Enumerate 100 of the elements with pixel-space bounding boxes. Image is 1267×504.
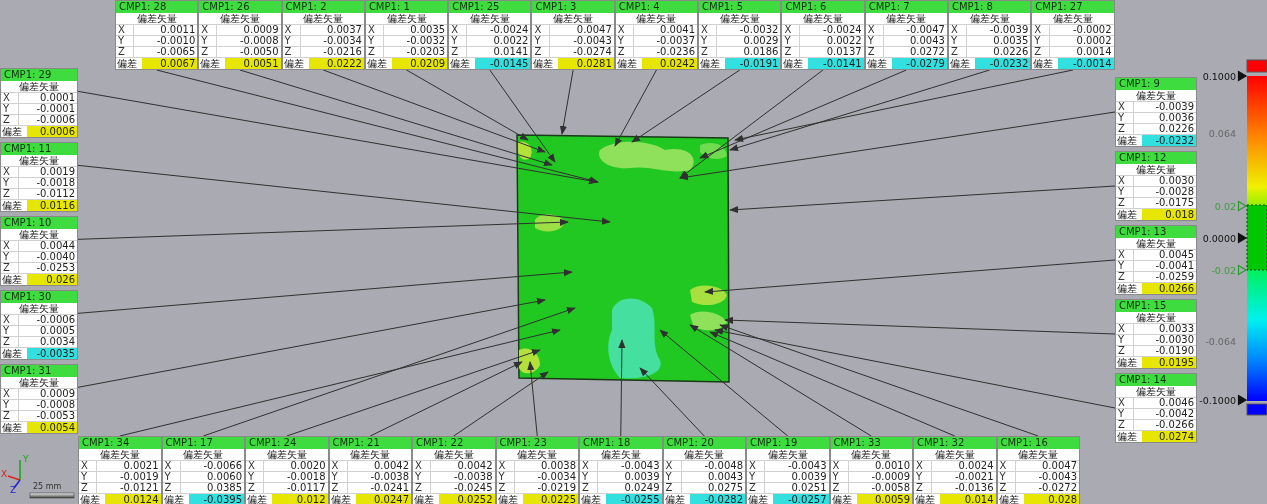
axis-label: X	[1032, 25, 1051, 35]
vector-value: 0.0019	[39, 167, 76, 177]
deviation-value: 0.028	[1023, 494, 1079, 504]
callout-title: 偏差矢量	[18, 377, 60, 388]
scale-label: 0.0000	[1202, 232, 1236, 244]
vector-value: -0.0039	[988, 25, 1030, 35]
callout-title: 偏差矢量	[718, 13, 761, 24]
vector-value: -0.0024	[822, 25, 863, 35]
deviation-label: 偏差	[199, 58, 222, 69]
vector-value: 0.0044	[39, 241, 76, 251]
vector-value: 0.0043	[908, 36, 946, 46]
axis-label: X	[699, 25, 718, 35]
callout-header: CMP1: 21	[329, 437, 411, 449]
vector-value: -0.0058	[870, 483, 911, 493]
deviation-label: 偏差	[1, 200, 23, 211]
callout-title: 偏差矢量	[802, 13, 844, 24]
deviation-value: 0.0274	[1142, 431, 1196, 442]
axis-label: X	[663, 461, 682, 471]
callout-title: 偏差矢量	[968, 13, 1011, 24]
callout-title: 偏差矢量	[302, 13, 345, 24]
vector-value: -0.0245	[452, 483, 494, 493]
callout-title: 偏差矢量	[18, 229, 60, 240]
axis-label: Y	[1116, 335, 1134, 345]
axis-label: Z	[1116, 124, 1134, 134]
callout-header: CMP1: 32	[914, 437, 996, 449]
deviation-value: 0.0051	[225, 58, 281, 69]
deviation-value: 0.0067	[142, 58, 198, 69]
axis-label: Y	[663, 472, 682, 482]
axis-label: X	[1116, 176, 1134, 186]
axis-label: Y	[1032, 36, 1051, 46]
vector-value: -0.0008	[239, 36, 280, 46]
deviation-value: 0.0054	[27, 422, 77, 433]
callout-title: 偏差矢量	[683, 449, 726, 460]
deviation-label: 偏差	[1116, 283, 1138, 294]
callout-title: 偏差矢量	[265, 449, 308, 460]
vector-value: -0.0040	[35, 252, 76, 262]
axis-label: Z	[199, 47, 218, 57]
axis-label: Z	[116, 47, 134, 57]
axis-label: X	[1, 389, 19, 399]
vector-value: -0.0041	[1154, 261, 1195, 271]
vector-value: -0.0121	[118, 483, 160, 493]
callout-title: 偏差矢量	[933, 449, 976, 460]
callout-header: CMP1: 31	[1, 365, 77, 377]
deviation-label: 偏差	[747, 494, 769, 504]
deviation-value: 0.0222	[308, 58, 364, 69]
axis-label: Z	[865, 47, 884, 57]
callout-header: CMP1: 29	[1, 69, 77, 81]
axis-label: X	[449, 25, 468, 35]
axis-label: X	[246, 461, 264, 471]
callout-title: 偏差矢量	[1135, 238, 1177, 249]
axis-label: X	[830, 461, 849, 471]
vector-value: 0.0035	[409, 25, 447, 35]
scale-label: -0.1000	[1199, 394, 1236, 406]
axis-label: Y	[615, 36, 634, 46]
axis-label: Y	[1, 104, 19, 114]
vector-value: -0.0066	[202, 461, 243, 471]
vector-value: -0.0216	[322, 47, 363, 57]
deviation-label: 偏差	[663, 494, 686, 504]
vector-value: 0.0014	[1075, 47, 1113, 57]
deviation-value: 0.0059	[856, 494, 912, 504]
deviation-label: 偏差	[1, 422, 23, 433]
callout-header: CMP1: 13	[1116, 226, 1196, 238]
axis-label: Z	[1, 263, 19, 273]
deviation-label: 偏差	[365, 58, 388, 69]
marker-icon	[1237, 394, 1248, 406]
axis-label: X	[1, 315, 19, 325]
axis-label: Z	[329, 483, 348, 493]
deviation-label: 偏差	[1116, 431, 1138, 442]
axis-label: Y	[1116, 409, 1134, 419]
axis-label: Z	[747, 483, 765, 493]
axis-label: Y	[699, 36, 718, 46]
vector-value: 0.0009	[242, 25, 280, 35]
deviation-value: 0.0195	[1142, 357, 1196, 368]
callout-title: 偏差矢量	[1135, 312, 1177, 323]
vector-value: -0.0112	[35, 189, 76, 199]
scale-label: 0.02	[1214, 200, 1236, 212]
marker-icon	[1237, 70, 1248, 82]
axis-label: Y	[747, 472, 765, 482]
callout-title: 偏差矢量	[385, 13, 428, 24]
axis-label: Z	[997, 483, 1016, 493]
deviation-label: 偏差	[948, 58, 971, 69]
axis-label: X	[914, 461, 932, 471]
callout-header: CMP1: 12	[1116, 152, 1196, 164]
callout-header: CMP1: 11	[1, 143, 77, 155]
callout-header: CMP1: 26	[199, 1, 281, 13]
vector-value: 0.0022	[492, 36, 530, 46]
callout-title: 偏差矢量	[1135, 386, 1177, 397]
axis-label: Z	[496, 483, 515, 493]
vector-value: -0.0266	[1154, 420, 1195, 430]
vector-value: -0.0002	[1071, 25, 1113, 35]
callout-header: CMP1: 9	[1116, 78, 1196, 90]
callout-title: 偏差矢量	[468, 13, 511, 24]
vector-value: -0.0253	[35, 263, 76, 273]
deviation-value: -0.0232	[974, 58, 1031, 69]
vector-value: 0.0005	[39, 326, 76, 336]
vector-value: 0.0022	[825, 36, 863, 46]
deviation-value: 0.0006	[27, 126, 77, 137]
axis-label: Y	[1116, 187, 1134, 197]
vector-value: 0.0036	[1158, 113, 1195, 123]
vector-value: -0.0047	[905, 25, 946, 35]
